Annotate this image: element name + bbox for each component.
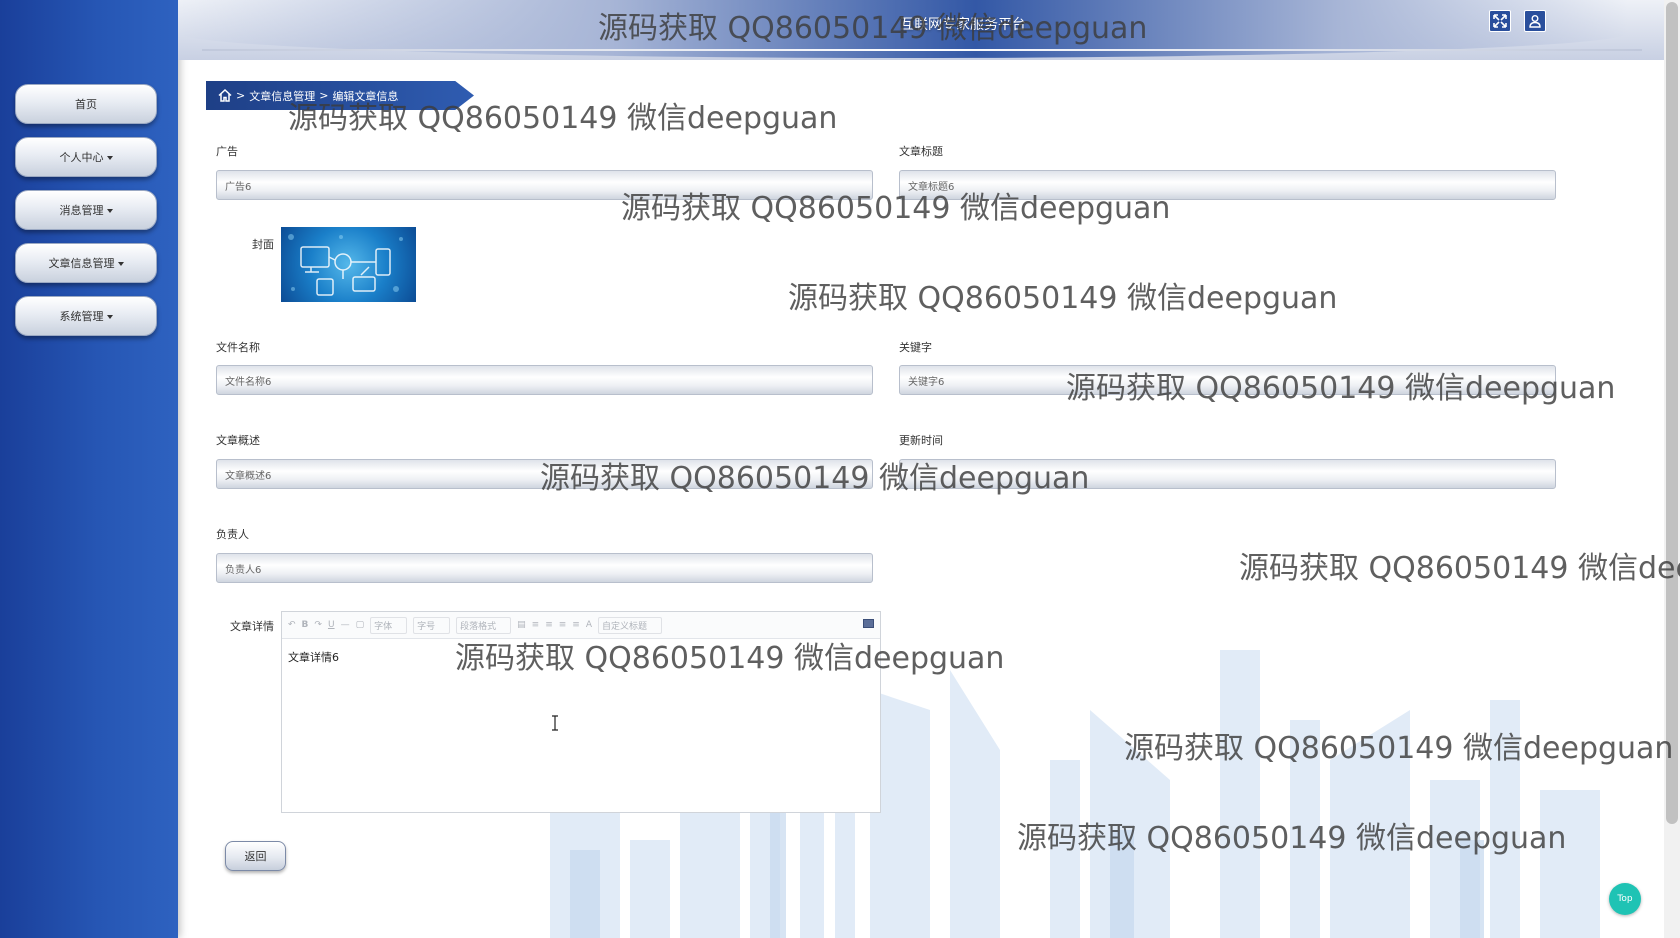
keyword-input[interactable]: [899, 365, 1556, 395]
font-select[interactable]: 字体: [370, 616, 408, 634]
align-left-icon[interactable]: ≡: [532, 620, 540, 630]
caret-down-icon: [106, 315, 113, 319]
sidebar: 首页 个人中心 消息管理 文章信息管理 系统管理: [0, 0, 178, 938]
article-title-input[interactable]: [899, 170, 1556, 200]
user-button[interactable]: [1524, 10, 1546, 32]
redo-icon[interactable]: ↷: [314, 620, 322, 630]
sidebar-item-label: 个人中心: [59, 151, 104, 164]
breadcrumb: > 文章信息管理 > 编辑文章信息: [206, 81, 474, 110]
cover-image-graphic: [288, 234, 403, 296]
site-title: 互联网专家服务平台: [900, 17, 1026, 33]
horizontal-rule-icon[interactable]: —: [341, 620, 350, 630]
watermark: 源码获取 QQ86050149 微信deepguan: [1239, 551, 1680, 586]
file-name-input[interactable]: [216, 365, 873, 395]
header-divider: [202, 49, 1642, 51]
home-icon[interactable]: [218, 89, 232, 102]
sidebar-item-article-management[interactable]: 文章信息管理: [15, 243, 157, 283]
font-size-select[interactable]: 字号: [413, 616, 451, 634]
ad-input[interactable]: [216, 170, 873, 200]
breadcrumb-separator: >: [236, 89, 246, 102]
bold-icon[interactable]: B: [302, 620, 309, 630]
summary-label: 文章概述: [216, 434, 260, 447]
file-name-label: 文件名称: [216, 341, 260, 354]
back-button[interactable]: 返回: [225, 841, 286, 871]
back-to-top-button[interactable]: Top: [1609, 883, 1641, 915]
breadcrumb-item-edit-article: 编辑文章信息: [332, 89, 399, 103]
watermark: 源码获取 QQ86050149 微信deepguan: [788, 281, 1338, 316]
fullscreen-button[interactable]: [1489, 10, 1511, 32]
sidebar-item-message-management[interactable]: 消息管理: [15, 190, 157, 230]
custom-title-select[interactable]: 自定义标题: [598, 616, 663, 634]
sidebar-item-label: 系统管理: [59, 310, 104, 323]
sidebar-item-system-management[interactable]: 系统管理: [15, 296, 157, 336]
keyword-label: 关键字: [899, 341, 932, 354]
breadcrumb-item-article-management[interactable]: 文章信息管理: [249, 88, 315, 104]
fullscreen-icon: [1493, 14, 1507, 28]
watermark: 源码获取 QQ86050149 微信deepguan: [1017, 821, 1567, 856]
sidebar-item-label: 文章信息管理: [48, 257, 115, 270]
sidebar-menu: 首页 个人中心 消息管理 文章信息管理 系统管理: [15, 84, 157, 349]
user-icon: [1529, 15, 1541, 28]
editor-content[interactable]: 文章详情6: [282, 639, 880, 675]
align-center-icon[interactable]: ≡: [545, 620, 553, 630]
editor-fullscreen-icon: [863, 619, 874, 628]
breadcrumb-separator: >: [319, 89, 329, 102]
text-cursor-icon: [552, 715, 558, 731]
sidebar-item-label: 消息管理: [59, 204, 104, 217]
sidebar-item-home[interactable]: 首页: [15, 84, 157, 124]
cover-image[interactable]: [281, 227, 416, 302]
table-icon[interactable]: ▤: [517, 620, 526, 630]
align-right-icon[interactable]: ≡: [559, 620, 567, 630]
watermark: 源码获取 QQ86050149 微信deepguan: [1124, 731, 1674, 766]
sidebar-item-personal-center[interactable]: 个人中心: [15, 137, 157, 177]
paragraph-select[interactable]: 段落格式: [456, 616, 512, 634]
article-title-label: 文章标题: [899, 145, 943, 158]
update-time-label: 更新时间: [899, 434, 943, 447]
caret-down-icon: [117, 262, 124, 266]
caret-down-icon: [106, 156, 113, 160]
rich-text-editor[interactable]: ↶ B ↷ U — ▢ 字体 字号 段落格式 ▤ ≡ ≡ ≡ ≡ A 自定义标题…: [281, 611, 881, 813]
scrollbar-thumb[interactable]: [1666, 2, 1678, 824]
owner-label: 负责人: [216, 528, 249, 541]
detail-label: 文章详情: [230, 620, 274, 633]
top-header: 互联网专家服务平台: [178, 0, 1668, 60]
update-time-input[interactable]: [899, 459, 1556, 489]
align-justify-icon[interactable]: ≡: [572, 620, 580, 630]
summary-input[interactable]: [216, 459, 873, 489]
ad-label: 广告: [216, 145, 238, 158]
caret-down-icon: [106, 209, 113, 213]
sidebar-item-label: 首页: [75, 98, 97, 111]
owner-input[interactable]: [216, 553, 873, 583]
underline-icon[interactable]: U: [328, 620, 335, 630]
cover-label: 封面: [252, 238, 274, 251]
fullscreen-editor-icon[interactable]: [863, 619, 874, 631]
paste-icon[interactable]: ▢: [356, 620, 365, 630]
font-color-icon[interactable]: A: [586, 620, 592, 630]
undo-icon[interactable]: ↶: [288, 620, 296, 630]
editor-toolbar: ↶ B ↷ U — ▢ 字体 字号 段落格式 ▤ ≡ ≡ ≡ ≡ A 自定义标题: [282, 612, 880, 639]
